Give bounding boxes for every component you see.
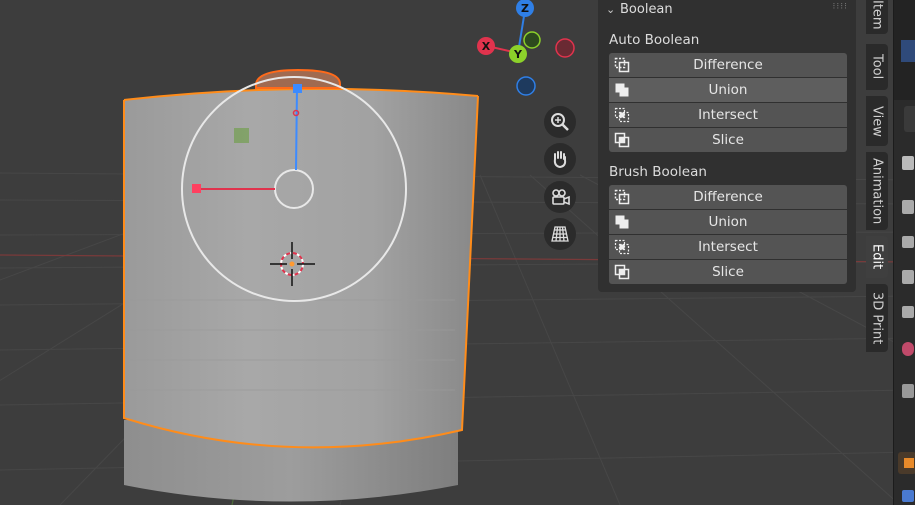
navigation-gizmo[interactable]: Z X Y [470, 0, 580, 100]
scene-properties-icon[interactable] [902, 306, 914, 318]
brush-union-button[interactable]: Union [609, 210, 847, 234]
panel-header-label: Boolean [620, 1, 673, 17]
intersect-icon [614, 107, 630, 123]
button-label: Intersect [698, 107, 758, 123]
selected-row-indicator [901, 40, 915, 62]
auto-boolean-title: Auto Boolean [609, 32, 700, 48]
camera-button[interactable] [544, 181, 576, 213]
gizmo-y-label: Y [513, 48, 523, 61]
zoom-icon [551, 113, 569, 131]
auto-slice-button[interactable]: Slice [609, 128, 847, 152]
button-label: Intersect [698, 239, 758, 255]
chevron-down-icon: ⌄ [606, 2, 616, 16]
drag-grip-icon[interactable]: ⁝⁝⁝⁝ [833, 2, 848, 12]
camera-icon [552, 189, 570, 206]
tab-animation[interactable]: Animation [866, 152, 888, 230]
object-properties-icon[interactable] [898, 452, 915, 474]
view-layer-properties-icon[interactable] [902, 270, 914, 284]
difference-icon [614, 57, 630, 73]
difference-icon [614, 189, 630, 205]
cylinder-object[interactable] [123, 68, 479, 502]
button-label: Difference [693, 57, 763, 73]
button-label: Union [708, 82, 748, 98]
button-label: Difference [693, 189, 763, 205]
collection-properties-icon[interactable] [902, 384, 914, 398]
intersect-icon [614, 239, 630, 255]
zoom-button[interactable] [544, 106, 576, 138]
brush-boolean-title: Brush Boolean [609, 164, 707, 180]
panel-header[interactable]: ⌄ Boolean [606, 0, 673, 18]
button-label: Union [708, 214, 748, 230]
button-label: Slice [712, 264, 744, 280]
brush-difference-button[interactable]: Difference [609, 185, 847, 209]
properties-editor-edge [893, 0, 915, 505]
union-icon [615, 83, 629, 97]
tab-item[interactable]: Item [866, 0, 888, 34]
perspective-toggle-button[interactable] [544, 218, 576, 250]
tab-3d-print[interactable]: 3D Print [866, 284, 888, 352]
pan-button[interactable] [544, 143, 576, 175]
auto-intersect-button[interactable]: Intersect [609, 103, 847, 127]
boolean-panel: ⌄ Boolean ⁝⁝⁝⁝ Auto Boolean Difference U… [598, 0, 856, 292]
world-properties-icon[interactable] [902, 342, 914, 356]
hand-pan-icon [553, 151, 567, 169]
slice-icon [614, 264, 630, 280]
tool-properties-icon[interactable] [902, 156, 914, 170]
button-label: Slice [712, 132, 744, 148]
output-properties-icon[interactable] [902, 236, 914, 248]
auto-union-button[interactable]: Union [609, 78, 847, 102]
tab-tool[interactable]: Tool [866, 44, 888, 90]
modifier-properties-icon[interactable] [902, 490, 914, 502]
tab-view[interactable]: View [866, 96, 888, 146]
auto-difference-button[interactable]: Difference [609, 53, 847, 77]
tab-edit[interactable]: Edit [866, 236, 888, 278]
brush-intersect-button[interactable]: Intersect [609, 235, 847, 259]
brush-slice-button[interactable]: Slice [609, 260, 847, 284]
gizmo-z-label: Z [521, 2, 529, 15]
gizmo-x-label: X [482, 40, 491, 53]
auto-boolean-buttons: Difference Union Intersect Slice [609, 53, 847, 153]
brush-boolean-buttons: Difference Union Intersect Slice [609, 185, 847, 285]
properties-header [904, 106, 915, 132]
union-icon [615, 215, 629, 229]
slice-icon [614, 132, 630, 148]
grid-perspective-icon [551, 226, 569, 242]
render-properties-icon[interactable] [902, 200, 914, 214]
